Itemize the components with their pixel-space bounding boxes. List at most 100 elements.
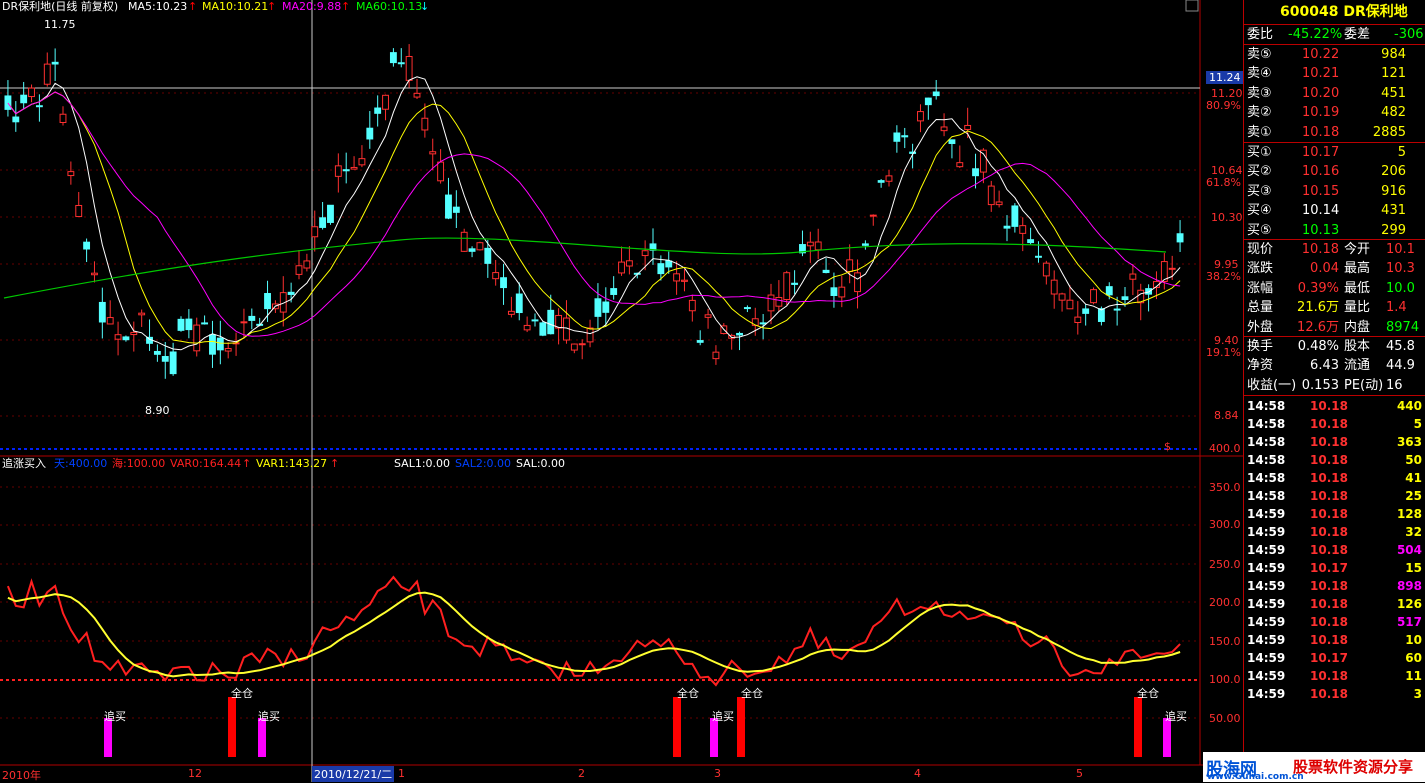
candle-body: [932, 91, 940, 97]
fund-label: 流通: [1344, 358, 1371, 374]
candle-body: [767, 294, 775, 312]
candle-body: [877, 180, 885, 183]
tick-volume: 50: [1405, 453, 1422, 467]
tick-price: 10.18: [1310, 579, 1348, 593]
low-annotation: 8.90: [145, 404, 170, 417]
bid-price: 10.16: [1302, 164, 1340, 180]
tick-time: 14:59: [1247, 507, 1286, 521]
candle-body: [775, 296, 783, 307]
candle-body: [869, 214, 877, 217]
tick-price: 10.18: [1310, 453, 1348, 467]
tick-price: 10.18: [1310, 687, 1348, 701]
fund-value: 45.8: [1386, 339, 1415, 354]
candle-body: [995, 201, 1003, 206]
candle-body: [507, 310, 515, 315]
price-label: 8.84: [1214, 409, 1239, 422]
chart-area[interactable]: DR保利地(日线 前复权) MA5:10.23 ↑ MA10:10.21 ↑ M…: [0, 0, 1244, 782]
tick-price: 10.18: [1310, 399, 1348, 413]
tick-volume: 60: [1405, 651, 1422, 665]
candle-body: [106, 317, 114, 325]
full-position-label: 全仓: [741, 687, 763, 700]
tick-volume: 3: [1413, 687, 1422, 701]
stat-label: 涨跌: [1247, 261, 1274, 277]
ma10-line: [7, 91, 1181, 344]
candle-body: [688, 299, 696, 312]
candle-body: [594, 298, 602, 317]
kline-chart[interactable]: [0, 0, 1243, 782]
ask-label: 卖③: [1247, 85, 1272, 101]
candle-body: [476, 242, 484, 251]
candle-body: [972, 168, 979, 177]
candle-body: [193, 324, 201, 352]
stat-label: 内盘: [1344, 319, 1371, 335]
ask-label: 卖②: [1247, 105, 1272, 121]
candle-body: [452, 206, 460, 213]
date-label: 1: [398, 767, 405, 780]
full-position-bar: [737, 697, 745, 757]
candle-body: [201, 322, 209, 325]
tick-row: 14:58 10.18 440: [1244, 397, 1425, 415]
tick-row: 14:59 10.18 504: [1244, 541, 1425, 559]
tick-volume: 15: [1405, 561, 1422, 575]
stat-value: 8974: [1386, 319, 1420, 335]
candle-body: [665, 260, 673, 268]
candle-body: [539, 322, 547, 336]
candle-body: [468, 248, 476, 252]
candle-body: [91, 272, 98, 276]
tick-volume: 10: [1405, 633, 1422, 647]
stat-row: 现价 10.18 今开 10.1: [1244, 240, 1425, 259]
candle-body: [712, 351, 720, 360]
candle-body: [28, 87, 35, 98]
candle-body: [1042, 262, 1050, 277]
stat-row: 涨跌 0.04 最高 10.3: [1244, 259, 1425, 278]
candle-body: [1066, 299, 1074, 310]
candle-body: [334, 165, 342, 177]
candle-body: [4, 95, 12, 110]
bid-label: 买②: [1247, 164, 1272, 180]
candle-body: [342, 169, 350, 172]
date-label: 12: [188, 767, 202, 780]
tick-time: 14:59: [1247, 687, 1286, 701]
candle-body: [295, 265, 303, 275]
ma5-line: [7, 76, 1181, 351]
indicator-axis-label: 400.0: [1209, 442, 1241, 455]
bid-price: 10.15: [1302, 183, 1340, 199]
candle-body: [437, 161, 445, 182]
sal1-label: SAL1:0.00: [394, 457, 451, 470]
fund-label: 净资: [1247, 358, 1274, 374]
ask-price: 10.20: [1302, 85, 1340, 101]
ask-volume: 451: [1381, 85, 1406, 101]
candle-body: [389, 52, 397, 64]
bid-volume: 916: [1381, 183, 1406, 199]
ask-price: 10.18: [1302, 124, 1340, 140]
weicha-value: -306: [1394, 27, 1424, 42]
stock-title: DR保利地(日线 前复权): [2, 0, 119, 13]
bid-price: 10.17: [1302, 145, 1340, 160]
indicator-axis-label: 350.0: [1209, 481, 1241, 494]
candle-body: [350, 166, 358, 170]
date-label: 2010年: [2, 769, 41, 782]
indicator-axis-label: 250.0: [1209, 558, 1241, 571]
bid-volume: 431: [1381, 203, 1406, 219]
ask-row: 卖① 10.18 2885: [1244, 123, 1425, 142]
tick-time: 14:58: [1247, 435, 1286, 449]
bid-label: 买①: [1247, 145, 1272, 160]
ask-volume: 2885: [1372, 124, 1406, 140]
candle-body: [20, 94, 28, 104]
date-label: 2: [578, 767, 585, 780]
candle-body: [185, 318, 193, 331]
candle-body: [806, 241, 814, 247]
fund-label: 股本: [1344, 339, 1371, 354]
full-position-bar: [1134, 697, 1142, 757]
candle-body: [783, 272, 791, 301]
candle-body: [956, 162, 964, 168]
bid-row: 买① 10.17 5: [1244, 143, 1425, 162]
tick-time: 14:58: [1247, 453, 1286, 467]
stat-label: 涨幅: [1247, 280, 1274, 296]
tick-price: 10.17: [1310, 651, 1348, 665]
candle-body: [138, 312, 146, 316]
candle-body: [681, 279, 688, 282]
candle-body: [885, 175, 893, 182]
ma20-line: [7, 91, 1181, 337]
weibi-value: -45.22%: [1288, 27, 1343, 42]
